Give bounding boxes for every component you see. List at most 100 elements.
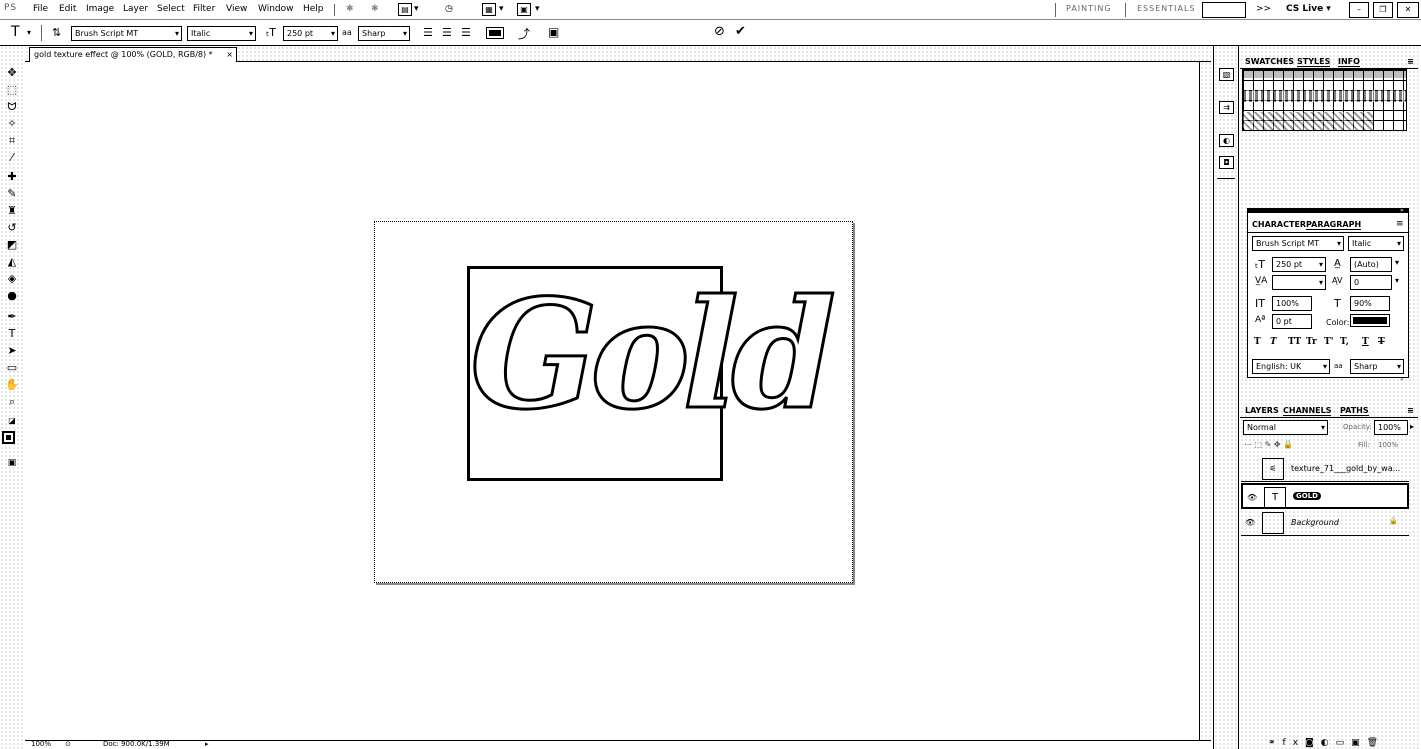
panel-menu-icon[interactable]: ≡ xyxy=(1407,406,1414,415)
arrange-documents-icon[interactable]: ▦ xyxy=(482,3,496,16)
tab-character[interactable]: CHARACTER xyxy=(1252,220,1306,229)
eye-icon[interactable]: 👁 xyxy=(1247,493,1257,502)
history-brush-tool-icon[interactable]: ↺ xyxy=(4,221,20,235)
char-color-swatch[interactable] xyxy=(1350,314,1390,327)
dodge-tool-icon[interactable]: ● xyxy=(4,289,20,303)
font-style-select[interactable]: Italic ▾ xyxy=(187,26,256,41)
screen-mode-icon[interactable]: ▣ xyxy=(517,3,531,16)
char-antialias-select[interactable]: Sharp ▾ xyxy=(1350,359,1404,374)
layer-panel-buttons[interactable]: ⚭fx◙◐▭▣🗑 xyxy=(1268,738,1385,748)
actions-panel-icon[interactable]: ⇉ xyxy=(1219,101,1234,114)
chevron-down-icon[interactable]: ▾ xyxy=(499,4,504,14)
healing-brush-tool-icon[interactable]: ✚ xyxy=(4,170,20,184)
chevron-down-icon[interactable]: ▾ xyxy=(1395,276,1399,285)
clone-stamp-tool-icon[interactable]: ♜ xyxy=(4,204,20,218)
default-colors-icon[interactable]: ◪ ⤢ xyxy=(4,414,20,439)
crop-tool-icon[interactable]: ⌗ xyxy=(4,134,20,148)
menu-select[interactable]: Select xyxy=(157,4,185,14)
screen-mode-icon[interactable]: ▣ xyxy=(4,456,20,470)
menu-edit[interactable]: Edit xyxy=(59,4,76,14)
canvas-text-gold[interactable]: Gold xyxy=(468,269,837,442)
menu-file[interactable]: File xyxy=(33,4,48,14)
tab-info[interactable]: INFO xyxy=(1338,57,1360,67)
char-vscale-field[interactable]: 100% xyxy=(1272,296,1312,311)
char-language-select[interactable]: English: UK ▾ xyxy=(1252,359,1330,374)
align-left-icon[interactable]: ☰ xyxy=(423,26,433,39)
tab-channels[interactable]: CHANNELS xyxy=(1283,406,1332,416)
subscript-button[interactable]: T, xyxy=(1340,337,1349,347)
gradient-tool-icon[interactable]: ◭ xyxy=(4,255,20,269)
tab-paragraph[interactable]: PARAGRAPH xyxy=(1306,220,1362,230)
workspace-painting[interactable]: PAINTING xyxy=(1066,4,1112,13)
char-font-style-select[interactable]: Italic ▾ xyxy=(1348,236,1404,251)
small-caps-button[interactable]: Tr xyxy=(1306,337,1317,347)
tab-layers[interactable]: LAYERS xyxy=(1245,406,1279,415)
fill-value[interactable]: 100% xyxy=(1378,441,1398,449)
lasso-tool-icon[interactable]: ᗢ xyxy=(4,100,20,114)
quick-selection-tool-icon[interactable]: ✧ xyxy=(4,117,20,131)
char-tracking-field[interactable]: 0 xyxy=(1350,275,1392,290)
lock-options[interactable]: ⋯ ⬚ ✎ ✥ 🔒 xyxy=(1244,440,1293,449)
align-center-icon[interactable]: ☰ xyxy=(442,26,452,39)
tab-styles[interactable]: STYLES xyxy=(1297,57,1331,67)
blend-mode-select[interactable]: Normal ▾ xyxy=(1243,420,1328,435)
resize-grip-icon[interactable]: ⌟ xyxy=(1400,373,1403,381)
menu-layer[interactable]: Layer xyxy=(123,4,148,14)
strikethrough-button[interactable]: T xyxy=(1378,337,1385,347)
document-tab[interactable]: gold texture effect @ 100% (GOLD, RGB/8)… xyxy=(29,47,237,62)
tab-swatches[interactable]: SWATCHES xyxy=(1245,57,1294,66)
menu-filter[interactable]: Filter xyxy=(193,4,215,14)
char-baseline-field[interactable]: 0 pt xyxy=(1272,314,1312,329)
workspace-essentials[interactable]: ESSENTIALS xyxy=(1137,4,1196,13)
restore-button[interactable]: ❐ xyxy=(1373,2,1393,18)
foreground-color-swatch[interactable] xyxy=(2,431,15,444)
swatches-grid[interactable] xyxy=(1242,69,1407,131)
path-selection-tool-icon[interactable]: ➤ xyxy=(4,344,20,358)
status-menu-icon[interactable]: ▸ xyxy=(205,740,209,748)
view-extras-icon[interactable]: ▤ xyxy=(398,3,412,16)
char-size-field[interactable]: 250 pt ▾ xyxy=(1272,257,1326,272)
clone-source-panel-icon[interactable]: ◘ xyxy=(1219,156,1234,169)
close-icon[interactable]: × xyxy=(226,48,233,61)
close-button[interactable]: ✕ xyxy=(1397,2,1419,18)
brush-tool-icon[interactable]: ✎ xyxy=(4,187,20,201)
commit-edits-icon[interactable]: ✔ xyxy=(735,24,746,39)
navigator-panel-icon[interactable]: ◐ xyxy=(1219,134,1234,147)
align-right-icon[interactable]: ☰ xyxy=(461,26,471,39)
warp-text-icon[interactable]: ⤴ xyxy=(518,25,530,42)
swatch-row[interactable] xyxy=(1243,70,1406,78)
more-workspaces-icon[interactable]: >> xyxy=(1256,4,1271,14)
status-info-icon[interactable]: ⊙ xyxy=(65,740,71,748)
underline-button[interactable]: T xyxy=(1362,337,1369,347)
pen-tool-icon[interactable]: ✒ xyxy=(4,310,20,324)
faux-italic-button[interactable]: T xyxy=(1270,337,1277,347)
chevron-down-icon[interactable]: ▾ xyxy=(535,4,540,14)
antialias-select[interactable]: Sharp ▾ xyxy=(358,26,410,41)
text-color-swatch[interactable] xyxy=(486,27,504,39)
cancel-edits-icon[interactable]: ⊘ xyxy=(714,24,725,39)
zoom-level[interactable]: 100% xyxy=(31,740,51,748)
font-size-select[interactable]: 250 pt ▾ xyxy=(283,26,338,41)
char-leading-field[interactable]: (Auto) xyxy=(1350,257,1392,272)
chevron-right-icon[interactable]: ▸ xyxy=(1410,422,1414,431)
move-tool-icon[interactable]: ✥ xyxy=(4,66,20,80)
vertical-scrollbar[interactable] xyxy=(1199,62,1211,740)
layer-name[interactable]: GOLD xyxy=(1293,492,1321,500)
panel-menu-icon[interactable]: ≡ xyxy=(1407,57,1414,66)
menu-image[interactable]: Image xyxy=(86,4,114,14)
menu-window[interactable]: Window xyxy=(258,4,294,14)
workspace-design-button[interactable] xyxy=(1202,2,1246,18)
shape-tool-icon[interactable]: ▭ xyxy=(4,361,20,375)
char-hscale-field[interactable]: 90% xyxy=(1350,296,1390,311)
superscript-button[interactable]: T' xyxy=(1324,337,1333,347)
faux-bold-button[interactable]: T xyxy=(1254,337,1261,347)
minimize-button[interactable]: – xyxy=(1349,2,1369,18)
layer-row[interactable]: 👁 Background 🔒 xyxy=(1241,510,1409,536)
eyedropper-tool-icon[interactable]: ⁄ xyxy=(4,151,20,165)
char-kerning-field[interactable]: ▾ xyxy=(1272,275,1326,290)
marquee-tool-icon[interactable]: ⬚ xyxy=(4,83,20,97)
zoom-level-icon[interactable]: ◷ xyxy=(445,4,453,14)
hand-tool-icon[interactable]: ✋ xyxy=(4,378,20,392)
tab-paths[interactable]: PATHS xyxy=(1340,406,1369,416)
collapse-panel-icon[interactable]: » xyxy=(1400,207,1404,214)
